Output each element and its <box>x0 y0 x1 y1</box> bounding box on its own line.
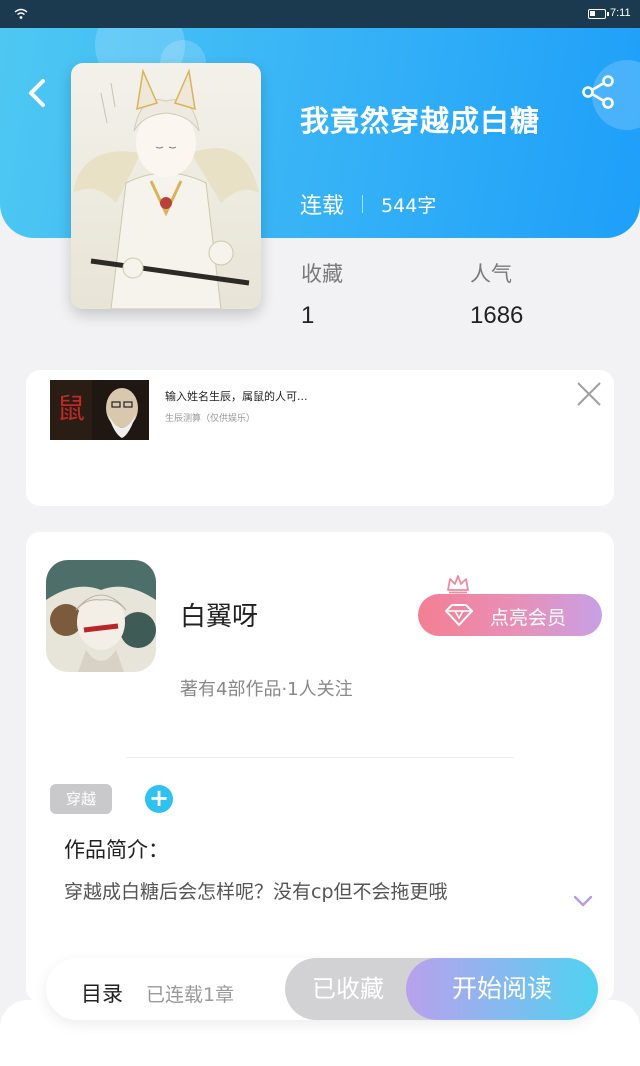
bottom-action-bar: 目录 已连载1章 已收藏 开始阅读 <box>46 958 598 1020</box>
divider <box>362 195 364 213</box>
wifi-icon <box>14 8 28 19</box>
plus-icon[interactable]: + <box>145 785 173 813</box>
intro-text: 穿越成白糖后会怎样呢？没有cp但不会拖更哦 <box>64 881 448 903</box>
start-reading-button[interactable]: 开始阅读 <box>406 958 598 1020</box>
share-icon[interactable] <box>578 72 618 112</box>
author-meta: 著有4部作品·1人关注 <box>180 679 353 700</box>
intro-heading: 作品简介： <box>64 838 169 862</box>
popularity-value: 1686 <box>470 302 524 329</box>
clock: 7:11 <box>610 7 631 19</box>
status-bar: 7:11 <box>0 0 640 28</box>
serial-status: 连载 <box>300 194 345 219</box>
favorites-value: 1 <box>301 302 315 329</box>
favorites-stat: 收藏 1 <box>301 258 343 330</box>
chevron-down-icon[interactable] <box>572 893 594 909</box>
cover-illustration <box>71 63 261 309</box>
vip-button-label: 点亮会员 <box>490 607 567 629</box>
vip-button[interactable]: 点亮会员 <box>418 594 602 636</box>
chapter-count[interactable]: 已连载1章 <box>146 980 234 1007</box>
toc-button[interactable]: 目录 <box>81 978 123 1008</box>
avatar[interactable] <box>46 560 156 672</box>
word-count: 544字 <box>381 194 437 217</box>
back-icon[interactable] <box>24 76 50 110</box>
author-name[interactable]: 白翼呀 <box>180 596 258 633</box>
book-status-line: 连载 544字 <box>300 188 436 220</box>
ad-banner[interactable]: 鼠 输入姓名生辰，属鼠的人可... 生辰测算（仅供娱乐） <box>26 370 614 506</box>
favorites-label: 收藏 <box>301 262 343 286</box>
battery-icon <box>588 9 609 19</box>
book-cover[interactable] <box>71 63 261 309</box>
ad-thumb-glyph: 鼠 <box>57 392 85 425</box>
genre-tag[interactable]: 穿越 <box>50 784 112 814</box>
popularity-label: 人气 <box>470 262 512 286</box>
avatar-illustration <box>46 560 156 672</box>
ad-subtitle: 生辰测算（仅供娱乐） <box>165 414 256 424</box>
close-icon[interactable] <box>575 380 603 408</box>
author-card: 白翼呀 著有4部作品·1人关注 点亮会员 穿越 + 作品简介： 穿越成白糖后会怎… <box>26 532 614 1002</box>
popularity-stat: 人气 1686 <box>470 258 523 330</box>
ad-thumbnail[interactable]: 鼠 <box>50 380 149 440</box>
ad-title[interactable]: 输入姓名生辰，属鼠的人可... <box>165 388 308 404</box>
ad-image: 鼠 <box>50 380 149 440</box>
book-title: 我竟然穿越成白糖 <box>300 104 541 138</box>
diamond-icon <box>445 604 473 626</box>
divider <box>126 757 514 758</box>
crown-icon <box>447 575 469 594</box>
